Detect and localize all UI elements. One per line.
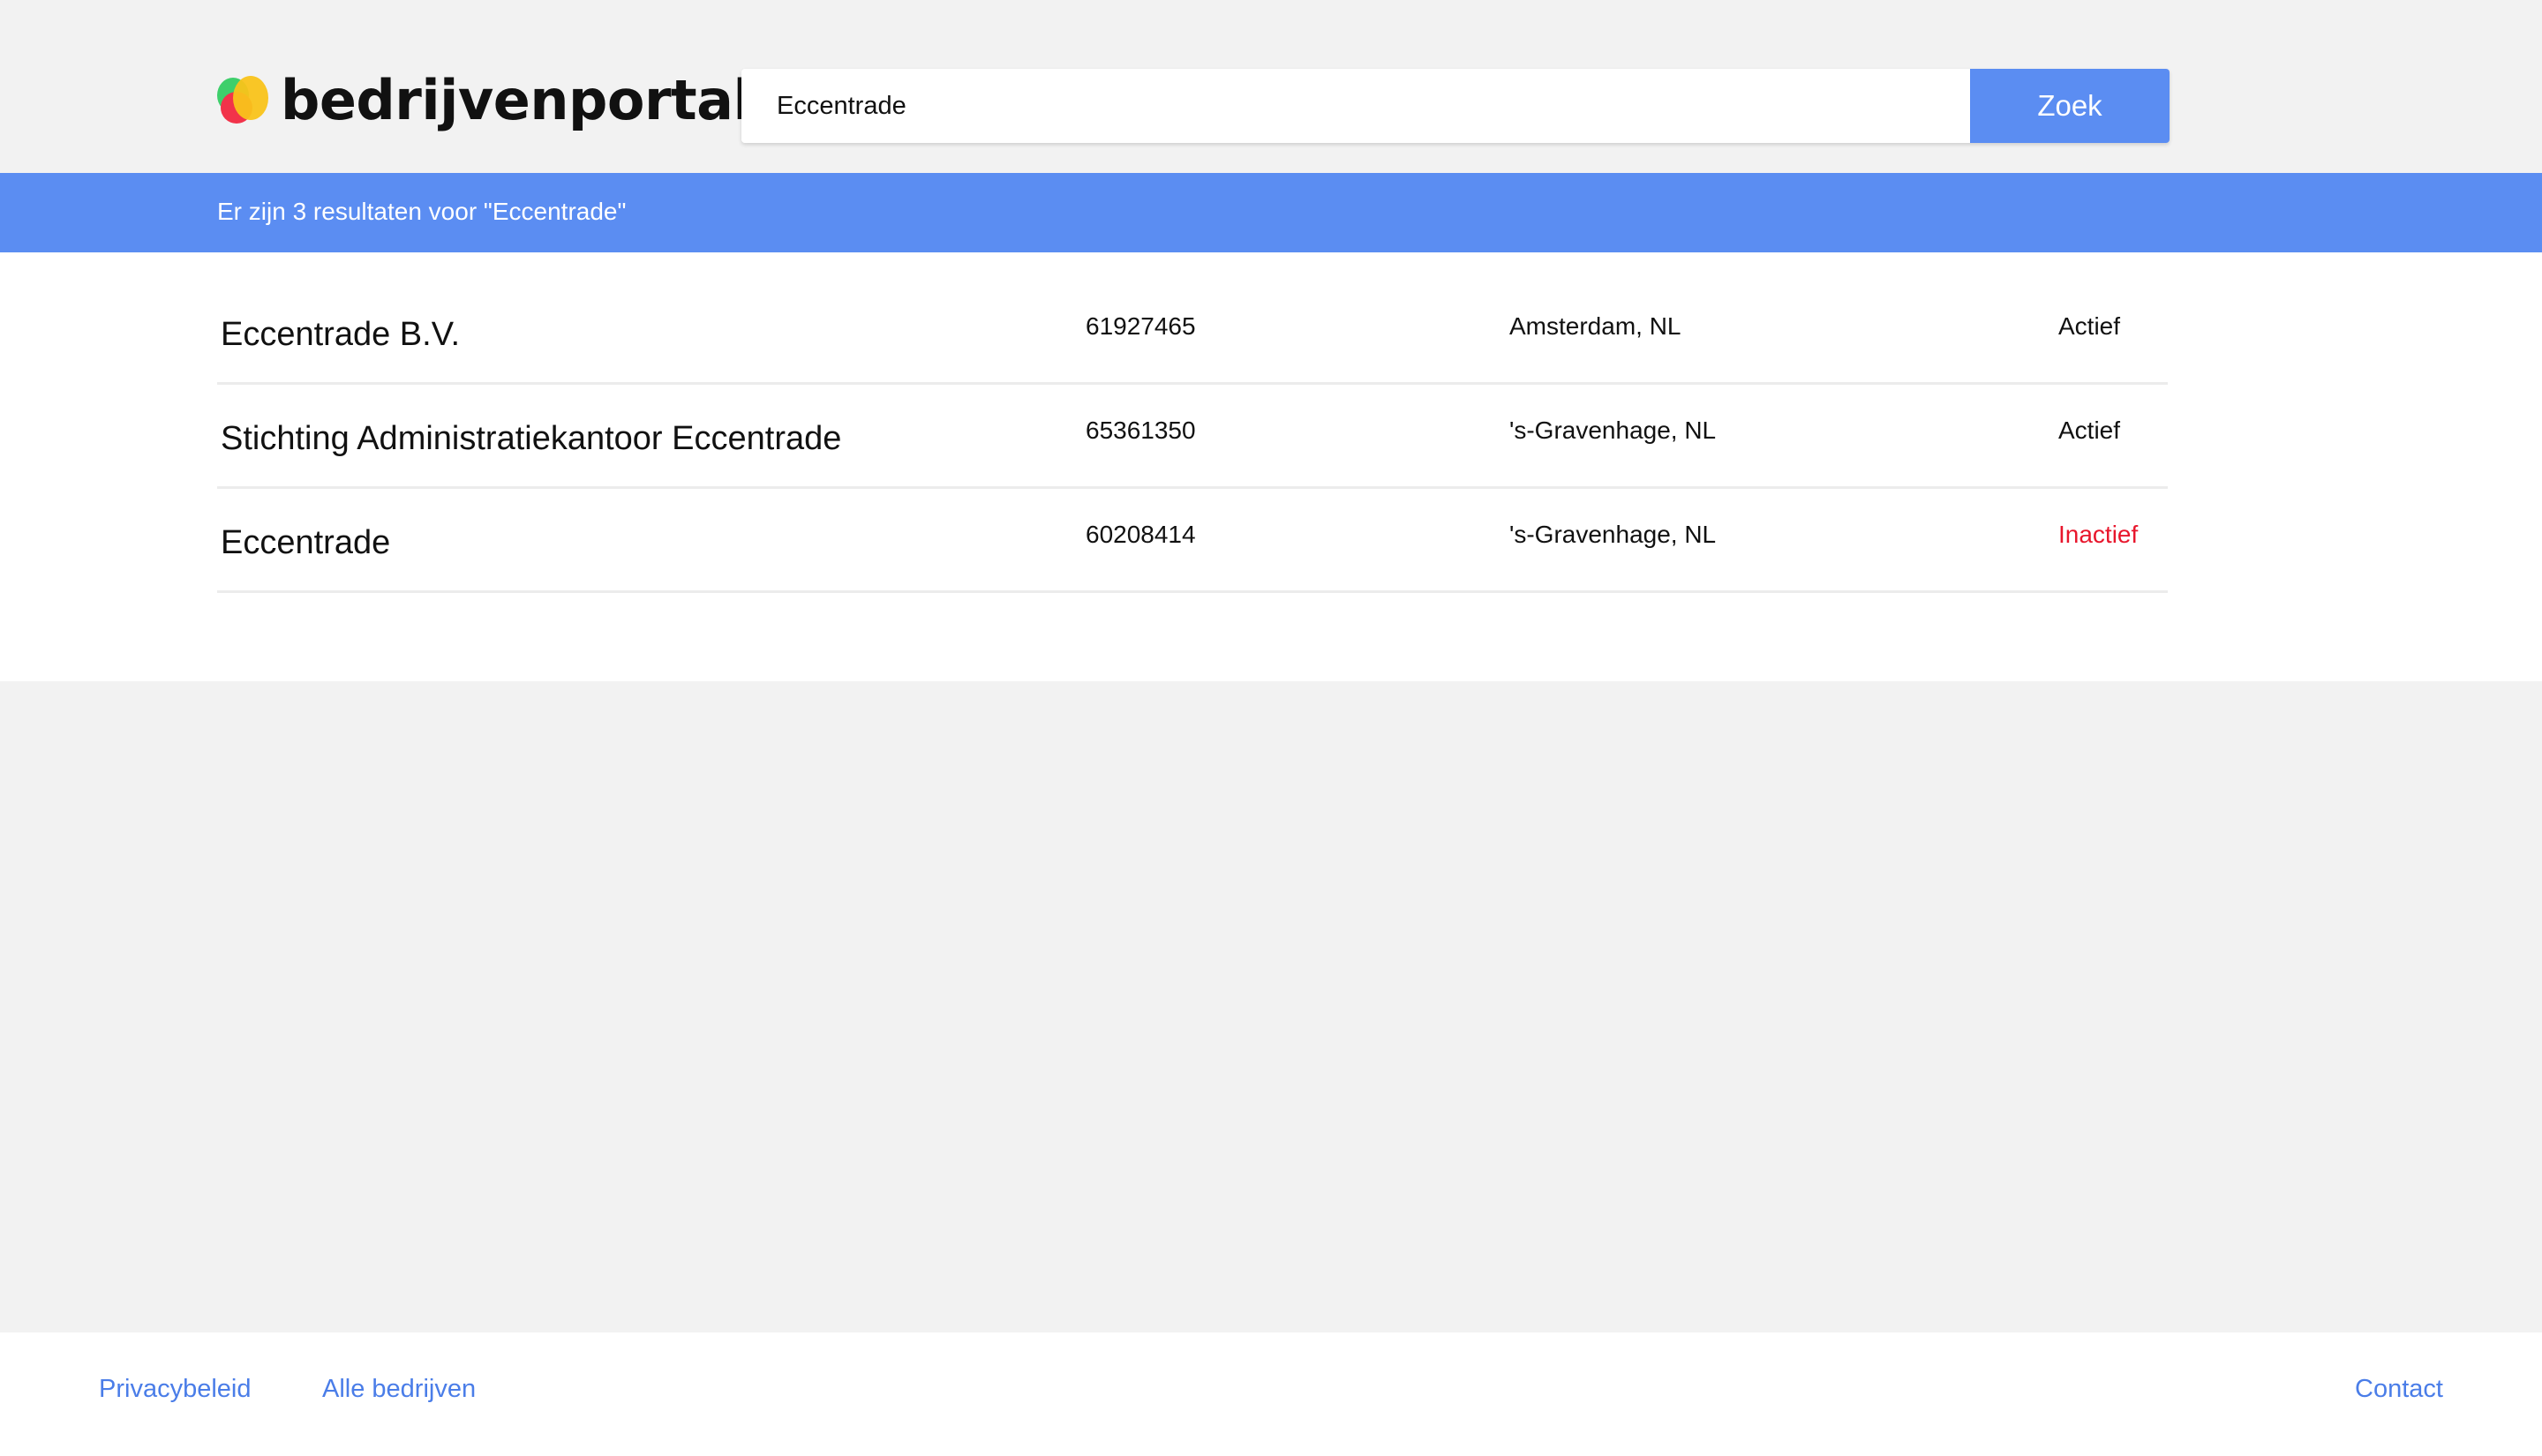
footer-link-all-companies[interactable]: Alle bedrijven <box>322 1375 476 1404</box>
results-list: Eccentrade B.V. 61927465 Amsterdam, NL A… <box>0 252 2542 681</box>
company-name[interactable]: Eccentrade B.V. <box>221 316 460 354</box>
status-label: Inactief <box>2058 521 2139 548</box>
status-label: Actief <box>2058 417 2121 444</box>
company-location: 's-Gravenhage, NL <box>1509 521 1717 548</box>
kvk-number: 65361350 <box>1086 417 1196 444</box>
company-name[interactable]: Eccentrade <box>221 524 390 562</box>
company-location: Amsterdam, NL <box>1509 312 1681 340</box>
result-row[interactable]: Eccentrade 60208414 's-Gravenhage, NL In… <box>217 489 2168 593</box>
brand-name: bedrijvenportal <box>281 67 752 132</box>
company-location: 's-Gravenhage, NL <box>1509 417 1717 444</box>
status-label: Actief <box>2058 312 2121 340</box>
results-count-text: Er zijn 3 resultaten voor "Eccentrade" <box>217 198 627 225</box>
logo-link[interactable]: bedrijvenportal <box>217 67 752 132</box>
kvk-number: 61927465 <box>1086 312 1196 340</box>
header: bedrijvenportal Zoek <box>0 0 2542 173</box>
result-row[interactable]: Eccentrade B.V. 61927465 Amsterdam, NL A… <box>217 281 2168 385</box>
colorful-blob-logo-icon <box>217 74 268 125</box>
kvk-number: 60208414 <box>1086 521 1196 548</box>
search-button[interactable]: Zoek <box>1970 69 2170 143</box>
page: bedrijvenportal Zoek Er zijn 3 resultate… <box>0 0 2542 1456</box>
logo-blob-yellow <box>233 76 268 120</box>
result-row[interactable]: Stichting Administratiekantoor Eccentrad… <box>217 385 2168 489</box>
company-name[interactable]: Stichting Administratiekantoor Eccentrad… <box>221 420 841 458</box>
search-input[interactable] <box>741 69 1970 143</box>
footer: Privacybeleid Alle bedrijven Contact <box>0 1332 2542 1456</box>
search-bar: Zoek <box>741 69 2170 143</box>
footer-link-contact[interactable]: Contact <box>2355 1375 2443 1404</box>
footer-link-privacy[interactable]: Privacybeleid <box>99 1375 251 1404</box>
results-count-banner: Er zijn 3 resultaten voor "Eccentrade" <box>0 173 2542 252</box>
